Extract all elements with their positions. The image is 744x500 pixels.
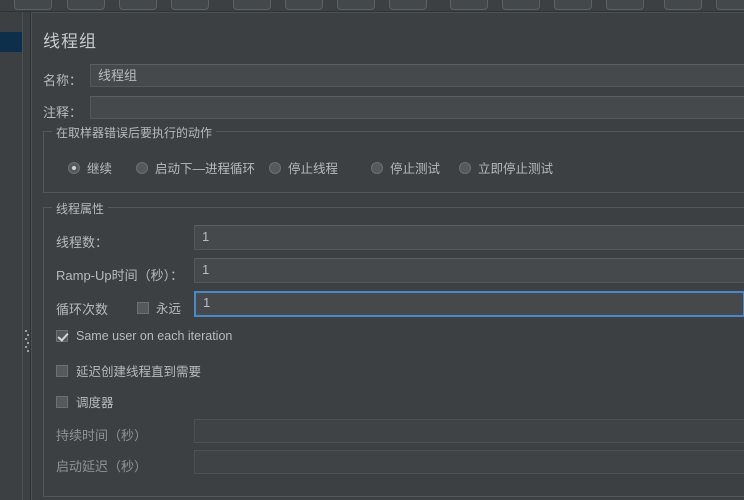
test-plan-tree-panel[interactable] [0,12,23,500]
sampler-error-radio-label: 启动下—进程循环 [155,162,256,176]
sampler-error-radio-4[interactable]: 立即停止测试 [459,158,553,177]
sampler-error-action-group: 在取样器错误后要执行的动作 继续 启动下—进程循环 停止线程 停止测试 立即停止测试 [43,124,744,193]
startup-delay-label: 启动延迟（秒） [56,459,148,474]
radio-mark-icon [269,161,281,174]
tree-node-root[interactable] [0,12,22,32]
delay-thread-creation-checkbox[interactable]: 延迟创建线程直到需要 [56,361,201,380]
sampler-error-radio-label: 继续 [87,162,113,176]
sampler-error-radio-label: 停止线程 [288,162,339,176]
ramp-up-label: Ramp-Up时间（秒）： [56,268,184,283]
toolbar-button-13[interactable] [664,0,702,10]
loop-count-label: 循环次数 [56,302,109,317]
tree-node-child[interactable] [0,52,22,72]
splitter-grip-icon [25,330,29,352]
toolbar-button-2[interactable] [67,0,105,10]
delay-thread-creation-checkbox-label: 延迟创建线程直到需要 [76,365,202,379]
sampler-error-radio-0[interactable]: 继续 [68,158,112,177]
toolbar-button-7[interactable] [337,0,375,10]
startup-delay-input[interactable] [194,450,744,474]
loop-forever-checkbox[interactable]: 永远 [137,298,181,317]
radio-mark-icon [136,161,148,174]
thread-count-input[interactable]: 1 [194,225,744,250]
thread-group-config-panel: 线程组 名称： 线程组 注释： 在取样器错误后要执行的动作 继续 启动下—进程循环… [31,12,744,500]
duration-label: 持续时间（秒） [56,428,148,443]
comment-input[interactable] [90,96,744,119]
scheduler-checkbox-label: 调度器 [76,396,114,410]
toolbar-button-5[interactable] [233,0,271,10]
toolbar [0,0,744,11]
radio-mark-icon [371,161,383,174]
checkbox-box-icon [56,364,68,377]
thread-properties-group-title: 线程属性 [52,200,109,217]
radio-mark-icon [459,161,471,174]
loop-forever-label: 永远 [156,302,182,316]
toolbar-button-3[interactable] [119,0,157,10]
checkbox-box-icon [137,301,149,314]
loop-count-input[interactable]: 1 [194,291,744,317]
toolbar-button-8[interactable] [389,0,427,10]
panel-splitter[interactable] [22,12,31,500]
name-input[interactable]: 线程组 [90,64,744,87]
duration-input[interactable] [194,419,744,443]
same-user-each-iteration-checkbox[interactable]: Same user on each iteration [56,329,232,343]
toolbar-button-9[interactable] [450,0,488,10]
sampler-error-radio-1[interactable]: 启动下—进程循环 [136,158,255,177]
page-title: 线程组 [43,32,97,51]
checkbox-box-icon [56,330,68,342]
thread-group-editor-window: 线程组 名称： 线程组 注释： 在取样器错误后要执行的动作 继续 启动下—进程循环… [0,0,744,500]
sampler-error-radio-label: 立即停止测试 [478,162,554,176]
radio-mark-icon [68,161,80,174]
sampler-error-radio-label: 停止测试 [390,162,441,176]
toolbar-button-1[interactable] [14,0,52,10]
toolbar-button-6[interactable] [285,0,323,10]
toolbar-button-14[interactable] [716,0,744,10]
toolbar-button-4[interactable] [171,0,209,10]
toolbar-button-12[interactable] [606,0,644,10]
toolbar-button-11[interactable] [554,0,592,10]
same-user-each-iteration-checkbox-label: Same user on each iteration [76,329,233,343]
scheduler-checkbox[interactable]: 调度器 [56,392,114,411]
ramp-up-input[interactable]: 1 [194,258,744,283]
tree-node-thread-group[interactable] [0,32,22,52]
comment-label: 注释： [43,105,83,120]
sampler-error-radio-3[interactable]: 停止测试 [371,158,440,177]
name-label: 名称： [43,73,83,88]
toolbar-button-10[interactable] [502,0,540,10]
checkbox-box-icon [56,395,68,408]
sampler-error-radio-2[interactable]: 停止线程 [269,158,338,177]
thread-count-label: 线程数： [56,235,109,250]
